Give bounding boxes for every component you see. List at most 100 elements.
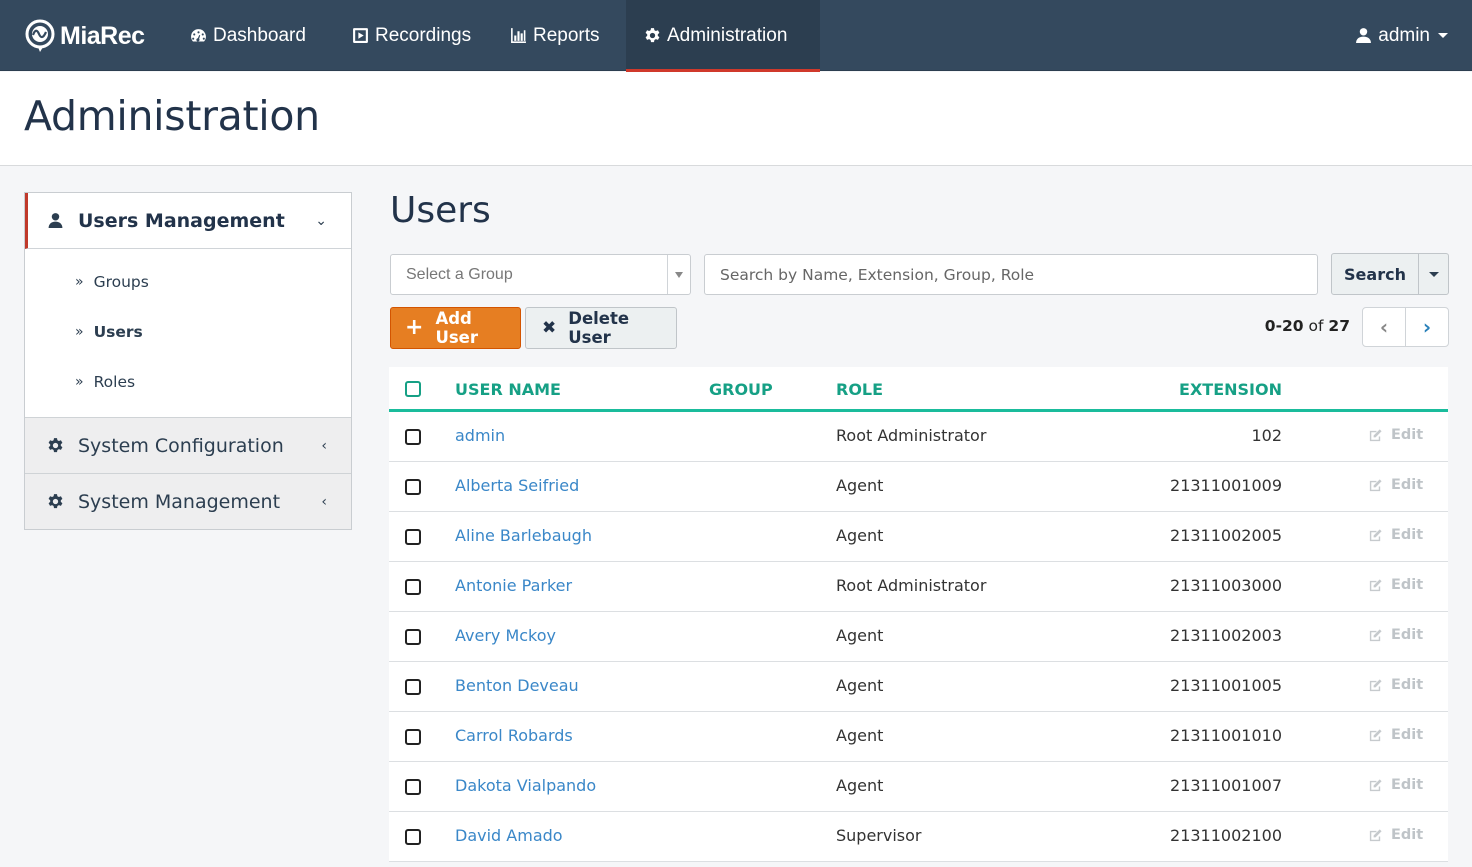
user-name-link[interactable]: Carrol Robards	[455, 726, 573, 745]
page-header: Administration	[0, 72, 1472, 166]
row-checkbox[interactable]	[405, 429, 421, 445]
user-name-link[interactable]: David Amado	[455, 826, 563, 845]
row-checkbox[interactable]	[405, 679, 421, 695]
add-user-label: Add User	[435, 309, 478, 347]
nav-reports[interactable]: Reports	[492, 0, 618, 71]
nav-reports-label: Reports	[533, 24, 600, 46]
nav-administration-label: Administration	[667, 24, 788, 46]
column-header-group[interactable]: GROUP	[709, 380, 773, 399]
search-options-dropdown[interactable]	[1419, 254, 1448, 294]
gear-icon	[48, 438, 63, 453]
column-header-extension[interactable]: EXTENSION	[1179, 380, 1282, 399]
edit-label: Edit	[1391, 477, 1424, 493]
table-body: admin Root Administrator 102 Edit Albert…	[389, 412, 1448, 862]
row-checkbox[interactable]	[405, 479, 421, 495]
edit-icon	[1369, 828, 1382, 841]
edit-icon	[1369, 428, 1382, 441]
user-role: Root Administrator	[836, 426, 987, 445]
sidebar-group-label: System Configuration	[78, 434, 284, 457]
user-name-link[interactable]: Dakota Vialpando	[455, 776, 596, 795]
search-button[interactable]: Search	[1332, 254, 1419, 294]
user-extension: 21311003000	[1170, 576, 1282, 595]
edit-label: Edit	[1391, 777, 1424, 793]
sidebar: Users Management ⌄ » Groups » Users » Ro…	[24, 192, 352, 530]
top-navbar: MiaRec Dashboard Recordings Reports Admi…	[0, 0, 1472, 72]
user-name-link[interactable]: admin	[455, 426, 505, 445]
column-header-role[interactable]: ROLE	[836, 380, 883, 399]
user-menu-label: admin	[1378, 24, 1430, 46]
edit-label: Edit	[1391, 427, 1424, 443]
user-role: Agent	[836, 476, 884, 495]
users-table: USER NAME GROUP ROLE EXTENSION admin Roo…	[389, 367, 1448, 862]
table-row: Dakota Vialpando Agent 21311001007 Edit	[389, 762, 1448, 812]
table-row: David Amado Supervisor 21311002100 Edit	[389, 812, 1448, 862]
edit-button[interactable]: Edit	[1368, 627, 1423, 643]
search-button-group: Search	[1331, 253, 1449, 295]
select-all-checkbox[interactable]	[405, 381, 421, 397]
gear-icon	[645, 28, 660, 43]
group-select[interactable]: Select a Group	[390, 254, 691, 295]
nav-administration[interactable]: Administration	[626, 0, 820, 72]
nav-recordings-label: Recordings	[375, 24, 472, 46]
edit-icon	[1369, 628, 1382, 641]
pagination-of: of	[1308, 317, 1324, 335]
row-checkbox[interactable]	[405, 729, 421, 745]
edit-button[interactable]: Edit	[1368, 577, 1423, 593]
add-user-button[interactable]: + Add User	[390, 307, 521, 349]
user-name-link[interactable]: Alberta Seifried	[455, 476, 579, 495]
row-checkbox[interactable]	[405, 629, 421, 645]
sidebar-group-label: System Management	[78, 490, 281, 513]
sidebar-item-users[interactable]: » Users	[25, 307, 351, 357]
double-chevron-right-icon: »	[75, 324, 84, 340]
user-role: Agent	[836, 626, 884, 645]
edit-button[interactable]: Edit	[1368, 827, 1423, 843]
edit-button[interactable]: Edit	[1368, 527, 1423, 543]
page-title: Administration	[24, 92, 320, 140]
pagination-controls: ‹ ›	[1362, 307, 1449, 347]
edit-icon	[1369, 528, 1382, 541]
table-row: Benton Deveau Agent 21311001005 Edit	[389, 662, 1448, 712]
edit-label: Edit	[1391, 577, 1424, 593]
sidebar-group-users-management[interactable]: Users Management ⌄	[25, 193, 351, 249]
edit-label: Edit	[1391, 627, 1424, 643]
user-extension: 21311001005	[1170, 676, 1282, 695]
user-name-link[interactable]: Aline Barlebaugh	[455, 526, 592, 545]
sidebar-item-groups[interactable]: » Groups	[25, 257, 351, 307]
row-checkbox[interactable]	[405, 779, 421, 795]
edit-button[interactable]: Edit	[1368, 427, 1423, 443]
edit-button[interactable]: Edit	[1368, 727, 1423, 743]
search-input[interactable]	[704, 254, 1318, 295]
delete-user-button[interactable]: ✖ Delete User	[525, 307, 677, 349]
next-page-button[interactable]: ›	[1406, 308, 1448, 346]
edit-icon	[1369, 678, 1382, 691]
prev-page-button[interactable]: ‹	[1363, 308, 1406, 346]
user-role: Agent	[836, 726, 884, 745]
double-chevron-right-icon: »	[75, 374, 84, 390]
sidebar-item-roles[interactable]: » Roles	[25, 357, 351, 407]
user-name-link[interactable]: Antonie Parker	[455, 576, 572, 595]
table-row: admin Root Administrator 102 Edit	[389, 412, 1448, 462]
row-checkbox[interactable]	[405, 829, 421, 845]
plus-icon: +	[405, 315, 424, 340]
user-name-link[interactable]: Avery Mckoy	[455, 626, 556, 645]
gear-icon	[48, 494, 63, 509]
dashboard-icon	[191, 29, 206, 42]
sidebar-group-label: Users Management	[78, 209, 285, 232]
edit-button[interactable]: Edit	[1368, 477, 1423, 493]
nav-recordings[interactable]: Recordings	[334, 0, 489, 71]
sidebar-group-system-management[interactable]: System Management ‹	[25, 473, 351, 529]
edit-label: Edit	[1391, 527, 1424, 543]
edit-icon	[1369, 778, 1382, 791]
user-role: Supervisor	[836, 826, 922, 845]
column-header-user-name[interactable]: USER NAME	[455, 380, 561, 399]
nav-dashboard[interactable]: Dashboard	[172, 0, 324, 71]
user-menu[interactable]: admin	[1355, 0, 1448, 71]
brand-logo-link[interactable]: MiaRec	[24, 18, 145, 54]
user-extension: 21311002100	[1170, 826, 1282, 845]
row-checkbox[interactable]	[405, 529, 421, 545]
edit-button[interactable]: Edit	[1368, 777, 1423, 793]
sidebar-group-system-configuration[interactable]: System Configuration ‹	[25, 417, 351, 473]
row-checkbox[interactable]	[405, 579, 421, 595]
user-name-link[interactable]: Benton Deveau	[455, 676, 579, 695]
edit-button[interactable]: Edit	[1368, 677, 1423, 693]
